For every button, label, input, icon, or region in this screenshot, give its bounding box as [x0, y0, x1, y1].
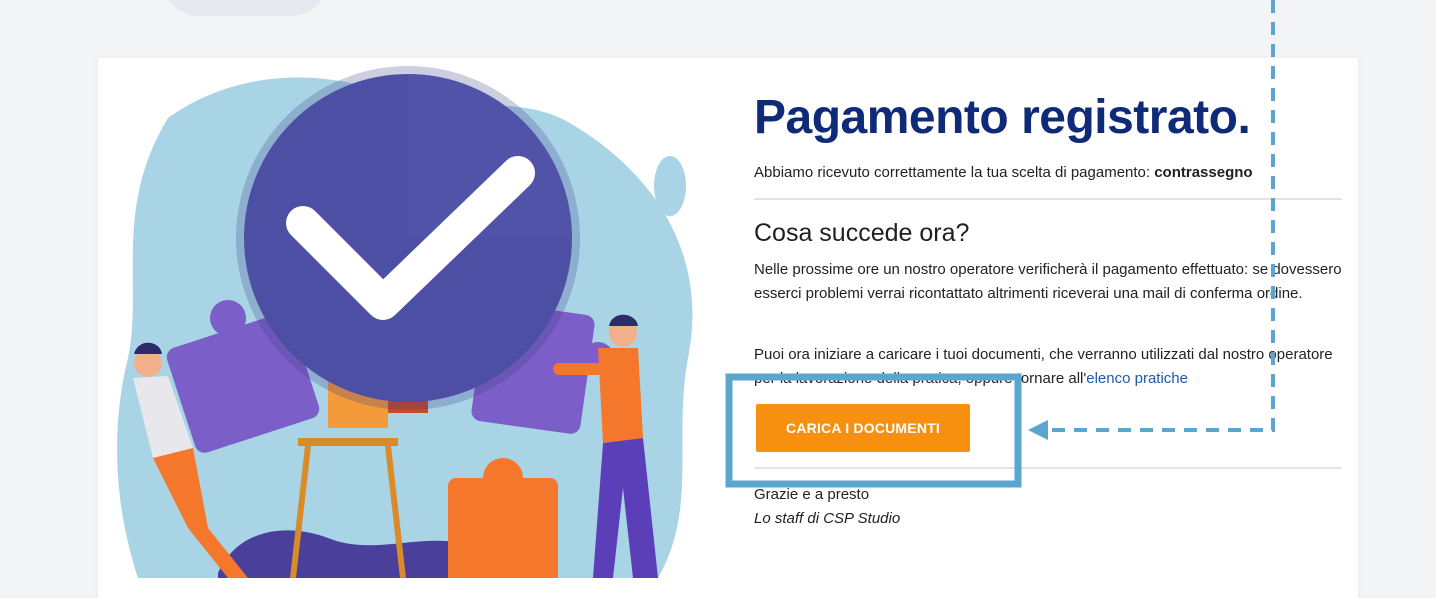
small-blob: [654, 156, 686, 216]
payment-received-label: Abbiamo ricevuto correttamente la tua sc…: [754, 164, 1155, 181]
documents-paragraph: Puoi ora iniziare a caricare i tuoi docu…: [754, 343, 1344, 391]
divider: [754, 467, 1342, 469]
practices-list-link[interactable]: elenco pratiche: [1086, 370, 1188, 387]
payment-received-text: Abbiamo ricevuto correttamente la tua sc…: [754, 164, 1253, 181]
section-subtitle: Cosa succede ora?: [754, 219, 970, 247]
page-title: Pagamento registrato.: [754, 91, 1251, 144]
puzzle-illustration: [117, 66, 693, 578]
background-blob: [160, 0, 330, 16]
documents-paragraph-text: Puoi ora iniziare a caricare i tuoi docu…: [754, 346, 1333, 387]
upload-documents-button[interactable]: CARICA I DOCUMENTI: [756, 404, 970, 452]
check-badge: [236, 66, 580, 410]
payment-method: contrassegno: [1154, 164, 1253, 181]
confirmation-card: Pagamento registrato. Abbiamo ricevuto c…: [98, 58, 1358, 598]
closing-text: Grazie e a presto: [754, 486, 870, 503]
small-blob: [145, 190, 193, 266]
info-paragraph: Nelle prossime ore un nostro operatore v…: [754, 261, 1342, 302]
divider: [754, 198, 1342, 200]
signature-text: Lo staff di CSP Studio: [754, 510, 901, 527]
